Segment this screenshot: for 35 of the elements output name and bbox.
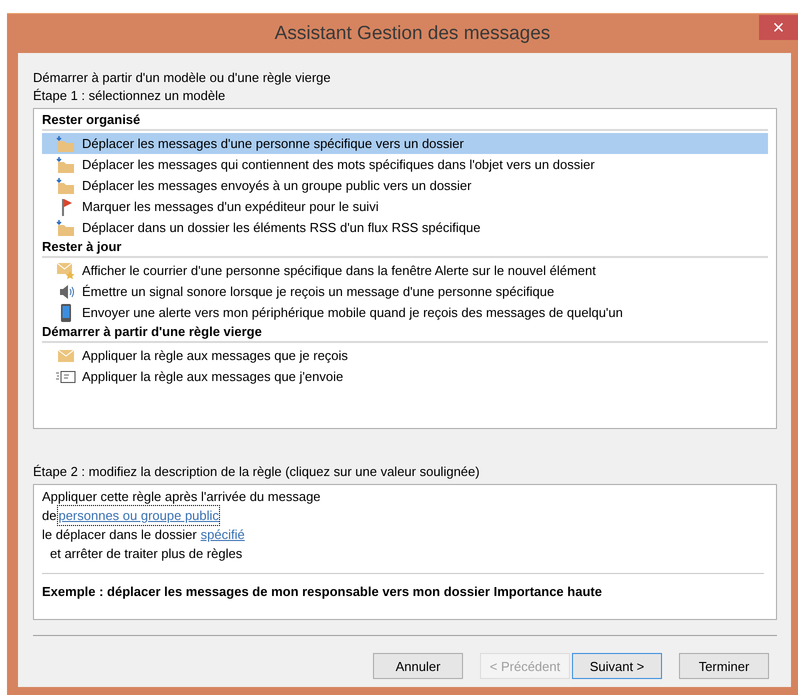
template-item[interactable]: Envoyer une alerte vers mon périphérique mobile quand je reçois des messages de quelqu'un bbox=[42, 302, 768, 323]
value-link[interactable]: spécifié bbox=[200, 525, 245, 544]
intro-label: Démarrer à partir d'un modèle ou d'une règle vierge bbox=[33, 69, 332, 87]
template-item[interactable]: Déplacer les messages envoyés à un groupe public vers un dossier bbox=[42, 175, 768, 196]
description-text: Appliquer cette règle après l'arrivée du message bbox=[42, 488, 321, 506]
template-item[interactable]: Déplacer dans un dossier les éléments RSS d'un flux RSS spécifique bbox=[42, 217, 768, 238]
group-heading: Rester organisé bbox=[42, 111, 768, 131]
folder-icon bbox=[56, 220, 76, 236]
dialog-button[interactable]: Annuler bbox=[373, 653, 463, 679]
description-text: de bbox=[42, 507, 56, 525]
folder-icon bbox=[56, 178, 76, 194]
folder-icon bbox=[56, 156, 76, 172]
template-item[interactable]: Appliquer la règle aux messages que j'envoie bbox=[42, 366, 768, 387]
description-text: le déplacer dans le dossier bbox=[42, 526, 197, 544]
window-title: Assistant Gestion des messages bbox=[274, 22, 550, 44]
template-item[interactable]: Déplacer les messages qui contiennent des mots spécifiques dans l'objet vers un dossier bbox=[42, 154, 768, 175]
envelope-icon bbox=[56, 348, 76, 362]
step-label: Étape 1 : sélectionnez un modèle bbox=[33, 87, 226, 105]
template-item[interactable]: Déplacer les messages d'une personne spécifique vers un dossier bbox=[42, 133, 768, 154]
value-link[interactable]: personnes ou groupe public bbox=[58, 506, 219, 525]
template-item[interactable]: Afficher le courrier d'une personne spécifique dans la fenêtre Alerte sur le nouvel élément bbox=[42, 260, 768, 281]
dialog-button[interactable]: Terminer bbox=[679, 653, 769, 679]
template-item[interactable]: Marquer les messages d'un expéditeur pour le suivi bbox=[42, 196, 768, 217]
step-label: Étape 2 : modifiez la description de la règle (cliquez sur une valeur soulignée) bbox=[33, 463, 481, 481]
template-item[interactable]: Appliquer la règle aux messages que je reçois bbox=[42, 345, 768, 366]
mail-star-icon bbox=[56, 262, 76, 280]
outgoing-mail-icon bbox=[56, 370, 76, 384]
close-button[interactable]: × bbox=[759, 15, 798, 40]
example-text: Exemple : déplacer les messages de mon responsable vers mon dossier Importance haute bbox=[42, 584, 603, 599]
group-heading: Rester à jour bbox=[42, 238, 768, 258]
template-item[interactable]: Émettre un signal sonore lorsque je reçois un message d'une personne spécifique bbox=[42, 281, 768, 302]
folder-icon bbox=[56, 136, 76, 152]
dialog-button[interactable]: Suivant > bbox=[572, 653, 662, 679]
description-text: et arrêter de traiter plus de règles bbox=[50, 545, 242, 563]
group-heading: Démarrer à partir d'une règle vierge bbox=[42, 323, 768, 343]
